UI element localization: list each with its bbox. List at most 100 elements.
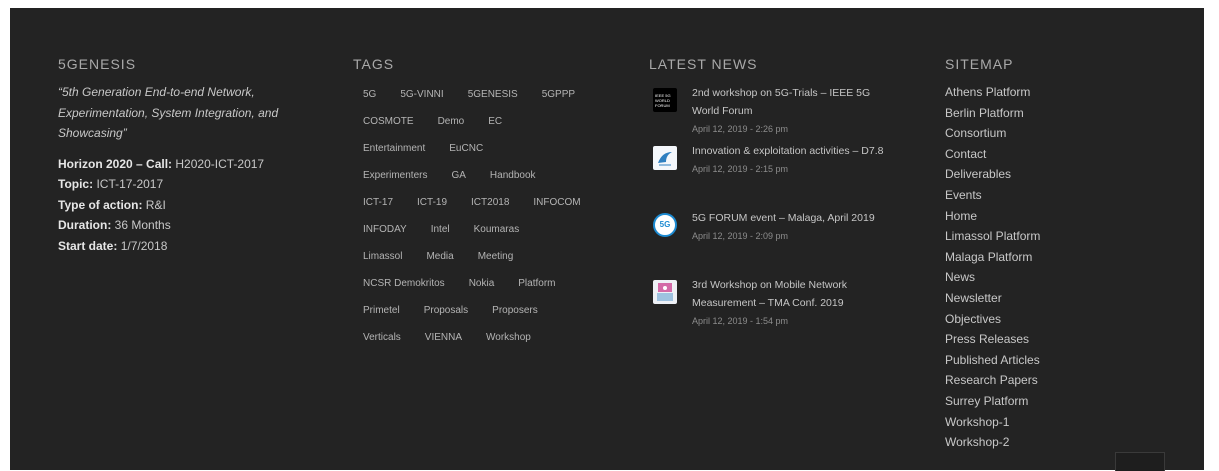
tag-link[interactable]: Intel — [431, 224, 450, 235]
news-title-link[interactable]: 3rd Workshop on Mobile Network Measureme… — [692, 276, 892, 312]
tag-link[interactable]: Handbook — [490, 170, 536, 181]
tag-link[interactable]: Limassol — [363, 251, 402, 262]
tag-link[interactable]: Platform — [518, 278, 555, 289]
info-value: R&I — [145, 197, 166, 212]
tag-link[interactable]: Verticals — [363, 332, 401, 343]
sitemap-link[interactable]: Objectives — [945, 309, 1125, 330]
info-label: Duration: — [58, 218, 112, 232]
tag-link[interactable]: COSMOTE — [363, 116, 414, 127]
info-value: H2020-ICT-2017 — [175, 156, 265, 171]
sitemap-link[interactable]: Deliverables — [945, 164, 1125, 185]
news-item: IEEE 5G WORLD FORUM 2nd workshop on 5G-Tr… — [649, 84, 889, 142]
info-line: Topic: ICT-17-2017 — [58, 174, 298, 195]
tag-link[interactable]: 5GENESIS — [468, 89, 518, 100]
tag-link[interactable]: Workshop — [486, 332, 531, 343]
tag-link[interactable]: Experimenters — [363, 170, 427, 181]
tag-link[interactable]: Proposers — [492, 305, 538, 316]
news-item: Innovation & exploitation activities – D… — [649, 142, 889, 209]
about-title: 5GENESIS — [58, 56, 137, 72]
info-line: Type of action: R&I — [58, 195, 298, 216]
tag-link[interactable]: ICT-19 — [417, 197, 447, 208]
info-label: Start date: — [58, 238, 118, 253]
tag-link[interactable]: Entertainment — [363, 143, 425, 154]
tag-link[interactable]: 5G — [363, 89, 376, 100]
tag-link[interactable]: Proposals — [424, 305, 468, 316]
tag-link[interactable]: Koumaras — [474, 224, 520, 235]
sitemap-link[interactable]: Consortium — [945, 123, 1125, 144]
tags-column: TAGS 5G 5G-VINNI 5GENESIS 5GPPP COSMOTE Demo E… — [353, 56, 583, 354]
sitemap-link[interactable]: Home — [945, 206, 1125, 227]
sitemap-list: Athens Platform Berlin Platform Consortium… — [945, 82, 1125, 453]
sitemap-link[interactable]: Limassol Platform — [945, 226, 1125, 247]
sitemap-link[interactable]: Press Releases — [945, 329, 1125, 350]
tag-row: Verticals VIENNA Workshop — [353, 327, 583, 354]
news-title-link[interactable]: 2nd workshop on 5G-Trials – IEEE 5G Worl… — [692, 84, 892, 120]
news-text: 3rd Workshop on Mobile Network Measureme… — [692, 276, 892, 330]
tag-link[interactable]: Primetel — [363, 305, 400, 316]
tag-link[interactable]: 5GPPP — [542, 89, 575, 100]
news-column: LATEST NEWS IEEE 5G WORLD FORUM 2nd works… — [649, 56, 889, 343]
tag-link[interactable]: INFODAY — [363, 224, 407, 235]
tag-link[interactable]: Nokia — [469, 278, 495, 289]
bird-logo-icon[interactable] — [653, 146, 677, 170]
sitemap-link[interactable]: Malaga Platform — [945, 247, 1125, 268]
info-label: Topic: — [58, 177, 94, 191]
sitemap-title: SITEMAP — [945, 56, 1014, 72]
tag-link[interactable]: ICT-17 — [363, 197, 393, 208]
tag-link[interactable]: EC — [488, 116, 502, 127]
tags-title: TAGS — [353, 56, 395, 72]
news-title-link[interactable]: 5G FORUM event – Malaga, April 2019 — [692, 209, 892, 227]
project-quote: “5th Generation End-to-end Network, Expe… — [58, 85, 279, 140]
sitemap-link[interactable]: Newsletter — [945, 288, 1125, 309]
info-label: Horizon 2020 – Call: — [58, 156, 173, 171]
sitemap-link[interactable]: Workshop-1 — [945, 412, 1125, 433]
tag-row: NCSR Demokritos Nokia Platform — [353, 273, 583, 300]
tag-cloud: 5G 5G-VINNI 5GENESIS 5GPPP COSMOTE Demo EC Ente… — [353, 84, 583, 354]
sitemap-column: SITEMAP Athens Platform Berlin Platform Co… — [945, 56, 1125, 453]
info-line: Start date: 1/7/2018 — [58, 236, 298, 257]
news-date: April 12, 2019 - 2:15 pm — [692, 164, 789, 174]
tma-logo-icon[interactable] — [653, 280, 677, 304]
tag-row: COSMOTE Demo EC — [353, 111, 583, 138]
tag-link[interactable]: Media — [426, 251, 453, 262]
sitemap-link[interactable]: Published Articles — [945, 350, 1125, 371]
scroll-to-top-button[interactable] — [1115, 452, 1165, 471]
tag-row: Entertainment EuCNC — [353, 138, 583, 165]
tag-link[interactable]: Meeting — [478, 251, 514, 262]
5g-logo-icon[interactable]: 5G — [653, 213, 677, 237]
tag-link[interactable]: GA — [451, 170, 465, 181]
forum-logo-text: IEEE 5G WORLD FORUM — [655, 93, 671, 108]
tag-row: INFODAY Intel Koumaras — [353, 219, 583, 246]
news-title-link[interactable]: Innovation & exploitation activities – D… — [692, 142, 892, 160]
tag-row: 5G 5G-VINNI 5GENESIS 5GPPP — [353, 84, 583, 111]
news-date: April 12, 2019 - 1:54 pm — [692, 316, 789, 326]
sitemap-link[interactable]: Athens Platform — [945, 82, 1125, 103]
news-text: 5G FORUM event – Malaga, April 2019 April… — [692, 209, 892, 245]
sitemap-link[interactable]: Research Papers — [945, 370, 1125, 391]
site-footer: 5GENESIS “5th Generation End-to-end Netw… — [10, 8, 1204, 470]
tag-link[interactable]: NCSR Demokritos — [363, 278, 445, 289]
info-line: Duration: 36 Months — [58, 215, 298, 236]
sitemap-link[interactable]: Berlin Platform — [945, 103, 1125, 124]
tag-link[interactable]: INFOCOM — [533, 197, 580, 208]
project-info: Horizon 2020 – Call: H2020-ICT-2017 Topic… — [58, 154, 298, 257]
info-value: 36 Months — [114, 218, 171, 232]
tag-row: ICT-17 ICT-19 ICT2018 INFOCOM — [353, 192, 583, 219]
tag-link[interactable]: VIENNA — [425, 332, 462, 343]
info-label: Type of action: — [58, 197, 143, 212]
sitemap-link[interactable]: Workshop-2 — [945, 432, 1125, 453]
sitemap-link[interactable]: Surrey Platform — [945, 391, 1125, 412]
sitemap-link[interactable]: News — [945, 267, 1125, 288]
sitemap-link[interactable]: Events — [945, 185, 1125, 206]
tag-row: Experimenters GA Handbook — [353, 165, 583, 192]
sitemap-link[interactable]: Contact — [945, 144, 1125, 165]
five-g-logo-text: 5G — [659, 220, 671, 229]
about-column: 5GENESIS “5th Generation End-to-end Netw… — [58, 56, 298, 256]
forum-logo-icon[interactable]: IEEE 5G WORLD FORUM — [653, 88, 677, 112]
tag-link[interactable]: EuCNC — [449, 143, 483, 154]
tag-link[interactable]: ICT2018 — [471, 197, 509, 208]
news-text: 2nd workshop on 5G-Trials – IEEE 5G Worl… — [692, 84, 892, 138]
tag-link[interactable]: Demo — [438, 116, 465, 127]
tag-link[interactable]: 5G-VINNI — [400, 89, 443, 100]
news-date: April 12, 2019 - 2:26 pm — [692, 124, 789, 134]
